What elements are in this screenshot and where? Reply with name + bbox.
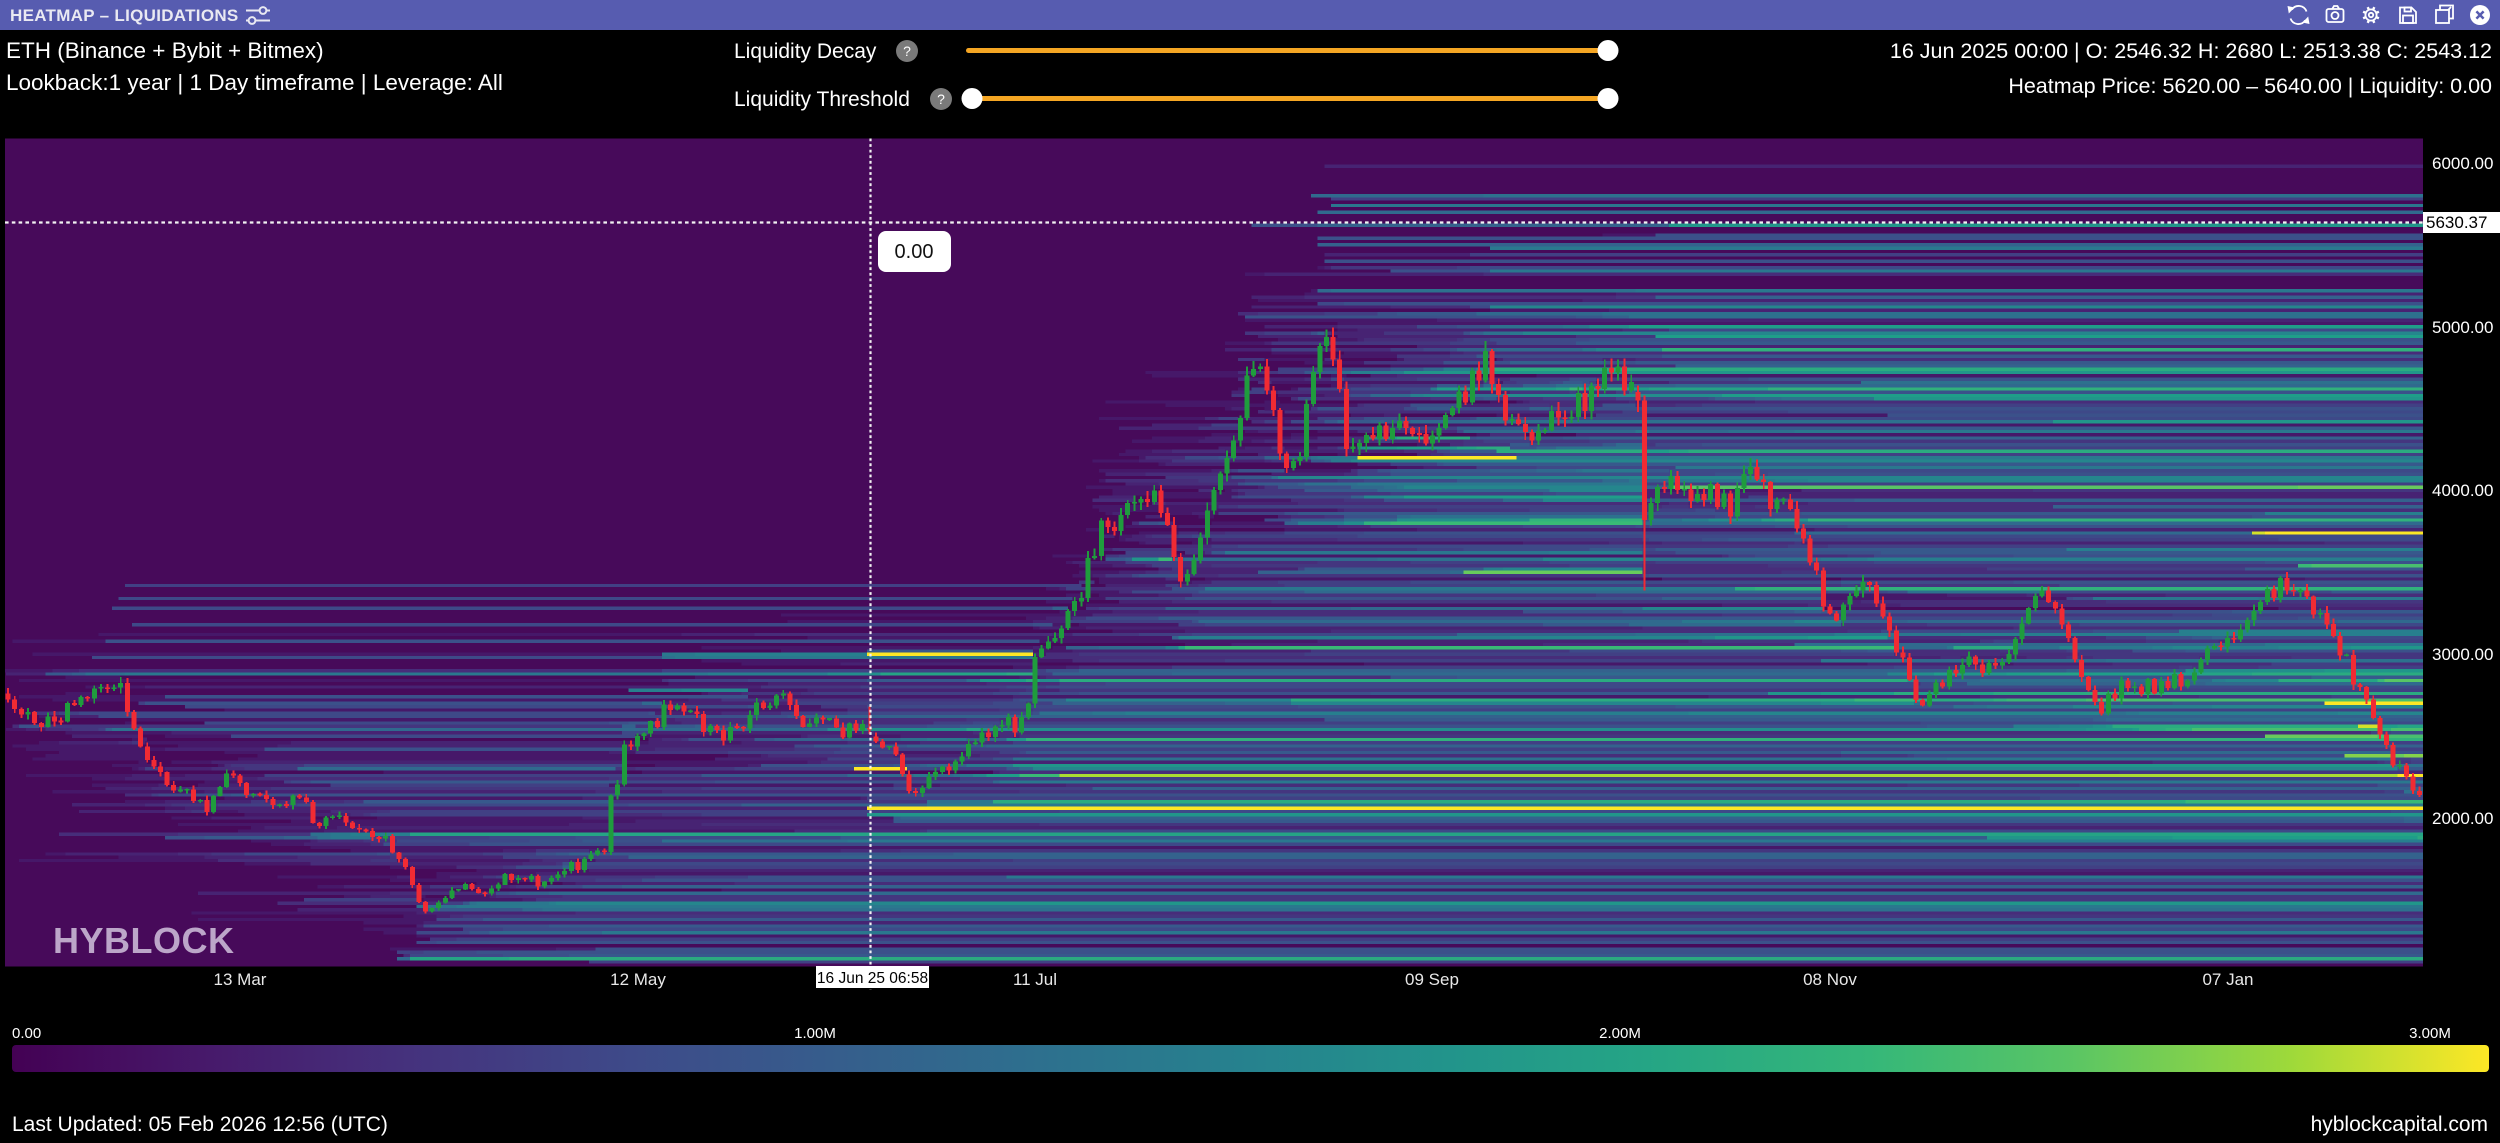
svg-text:Liquidity Threshold: Liquidity Threshold — [734, 88, 910, 111]
svg-text:07 Jan: 07 Jan — [2202, 970, 2253, 989]
svg-text:0.00: 0.00 — [895, 241, 934, 263]
svg-text:09 Sep: 09 Sep — [1405, 970, 1459, 989]
svg-text:4000.00: 4000.00 — [2432, 481, 2493, 500]
svg-text:3000.00: 3000.00 — [2432, 645, 2493, 664]
svg-text:0.00: 0.00 — [12, 1025, 41, 1042]
svg-text:HYBLOCK: HYBLOCK — [53, 920, 235, 961]
svg-text:Liquidity Decay: Liquidity Decay — [734, 40, 877, 63]
svg-text:ETH (Binance + Bybit + Bitmex): ETH (Binance + Bybit + Bitmex) — [6, 38, 324, 63]
svg-text:12 May: 12 May — [610, 970, 666, 989]
svg-text:?: ? — [937, 91, 945, 107]
svg-text:Heatmap Price: 5620.00 – 5640.: Heatmap Price: 5620.00 – 5640.00 | Liqui… — [2008, 74, 2492, 98]
svg-text:2.00M: 2.00M — [1599, 1025, 1641, 1042]
svg-text:1.00M: 1.00M — [794, 1025, 836, 1042]
svg-text:16 Jun 2025 00:00 | O: 2546.32: 16 Jun 2025 00:00 | O: 2546.32 H: 2680 L… — [1890, 39, 2492, 63]
svg-text:5000.00: 5000.00 — [2432, 318, 2493, 337]
svg-text:08 Nov: 08 Nov — [1803, 970, 1857, 989]
svg-text:2000.00: 2000.00 — [2432, 809, 2493, 828]
svg-text:?: ? — [903, 43, 911, 59]
svg-text:6000.00: 6000.00 — [2432, 154, 2493, 173]
svg-text:Lookback:1 year | 1 Day timefr: Lookback:1 year | 1 Day timeframe | Leve… — [6, 70, 503, 95]
svg-text:Last Updated: 05 Feb 2026 12:5: Last Updated: 05 Feb 2026 12:56 (UTC) — [12, 1113, 388, 1136]
svg-text:16 Jun 25 06:58: 16 Jun 25 06:58 — [817, 970, 928, 987]
svg-text:5630.37: 5630.37 — [2426, 213, 2487, 232]
svg-text:13 Mar: 13 Mar — [214, 970, 267, 989]
svg-text:11 Jul: 11 Jul — [1013, 970, 1057, 989]
svg-text:3.00M: 3.00M — [2409, 1025, 2451, 1042]
svg-text:hyblockcapital.com: hyblockcapital.com — [2311, 1113, 2488, 1136]
svg-text:HEATMAP – LIQUIDATIONS: HEATMAP – LIQUIDATIONS — [10, 6, 239, 25]
